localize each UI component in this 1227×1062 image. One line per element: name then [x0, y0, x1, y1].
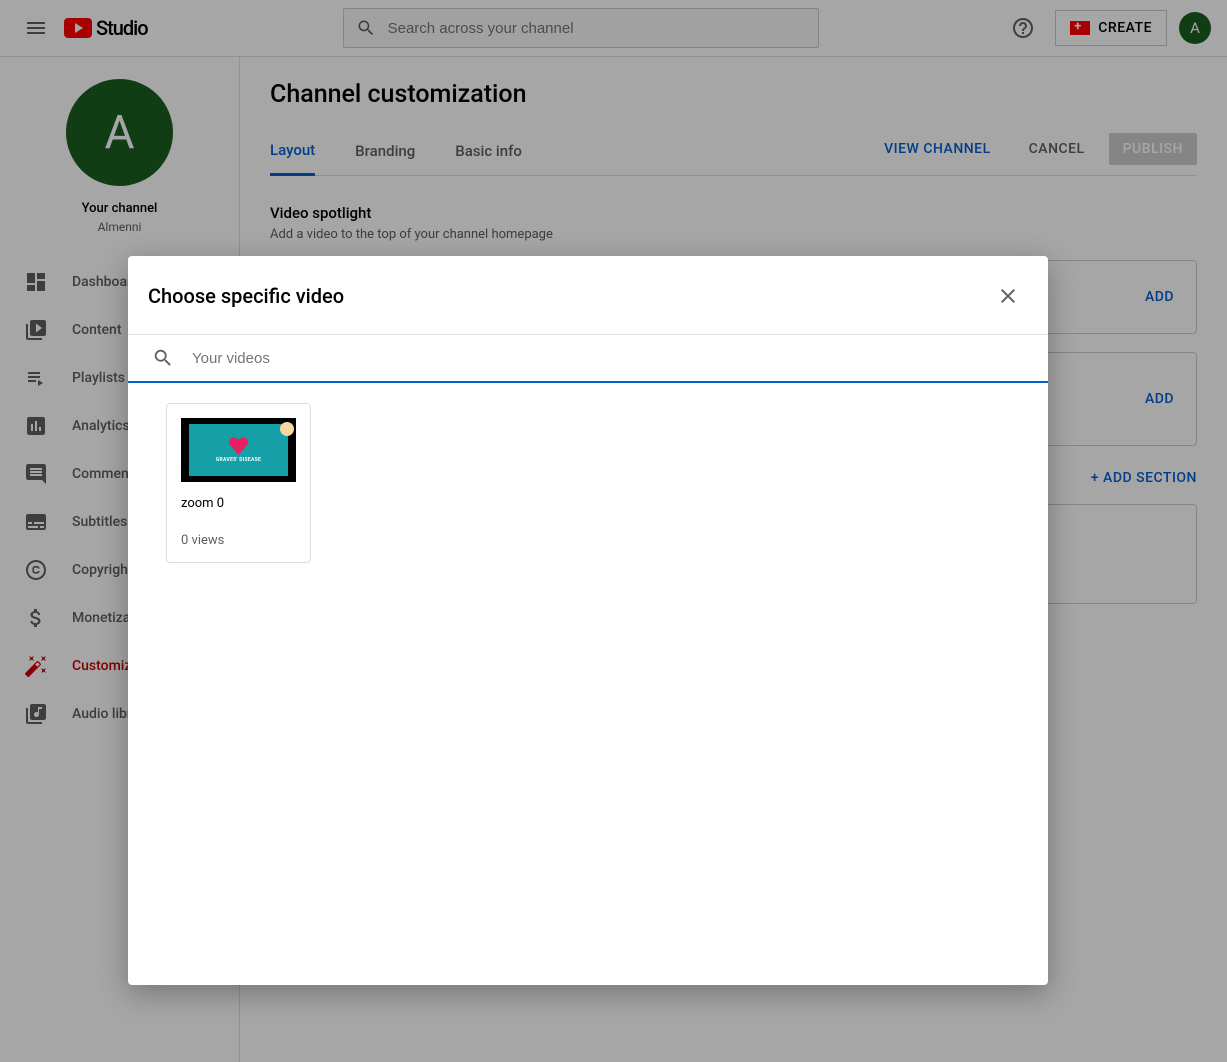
- video-title: zoom 0: [181, 496, 296, 511]
- close-button[interactable]: [988, 276, 1028, 316]
- video-search-input[interactable]: [192, 350, 1024, 367]
- video-thumbnail: GRAVES' DISEASE: [181, 418, 296, 482]
- dialog-search[interactable]: [128, 334, 1048, 383]
- thumb-text: GRAVES' DISEASE: [216, 457, 261, 463]
- close-icon: [996, 284, 1020, 308]
- dialog-title: Choose specific video: [148, 284, 344, 308]
- choose-video-dialog: Choose specific video GRAVES' DISEASE zo…: [128, 256, 1048, 985]
- video-views: 0 views: [181, 533, 296, 548]
- search-icon: [152, 347, 174, 369]
- video-card[interactable]: GRAVES' DISEASE zoom 0 0 views: [166, 403, 311, 563]
